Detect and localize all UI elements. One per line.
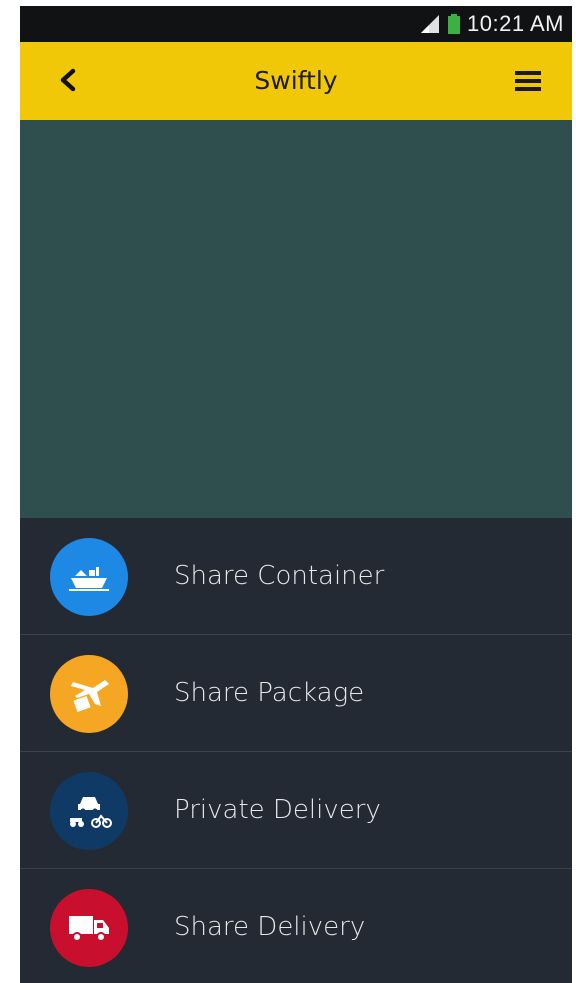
private-delivery-icon-circle <box>50 772 128 850</box>
option-label: Share Package <box>174 678 365 708</box>
map-area[interactable] <box>20 120 572 518</box>
option-share-package[interactable]: Share Package <box>20 635 572 752</box>
option-label: Share Container <box>174 561 385 591</box>
truck-icon <box>69 916 109 942</box>
app-bar: Swiftly <box>20 42 572 120</box>
ship-icon <box>69 567 109 591</box>
option-share-delivery[interactable]: Share Delivery <box>20 869 572 983</box>
status-time: 10:21 AM <box>467 11 564 36</box>
signal-icon <box>421 15 440 33</box>
share-package-icon-circle <box>50 655 128 733</box>
car-bike-icon <box>70 797 112 828</box>
app-title: Swiftly <box>254 66 338 95</box>
phone-screen: 10:21 AM Swiftly Share Container Share P… <box>20 6 572 983</box>
battery-icon <box>448 14 461 34</box>
option-private-delivery[interactable]: Private Delivery <box>20 752 572 869</box>
share-delivery-icon-circle <box>50 889 128 967</box>
hamburger-menu-icon <box>515 71 541 91</box>
status-icons: 10:21 AM <box>419 6 564 42</box>
menu-button[interactable] <box>510 64 546 98</box>
plane-package-icon <box>71 680 109 713</box>
options-list: Share Container Share Package Private De… <box>20 518 572 983</box>
status-bar: 10:21 AM <box>20 6 572 42</box>
chevron-left-icon <box>60 68 76 92</box>
option-share-container[interactable]: Share Container <box>20 518 572 635</box>
option-label: Private Delivery <box>174 795 381 825</box>
option-label: Share Delivery <box>174 912 366 942</box>
share-container-icon-circle <box>50 538 128 616</box>
back-button[interactable] <box>50 62 86 98</box>
